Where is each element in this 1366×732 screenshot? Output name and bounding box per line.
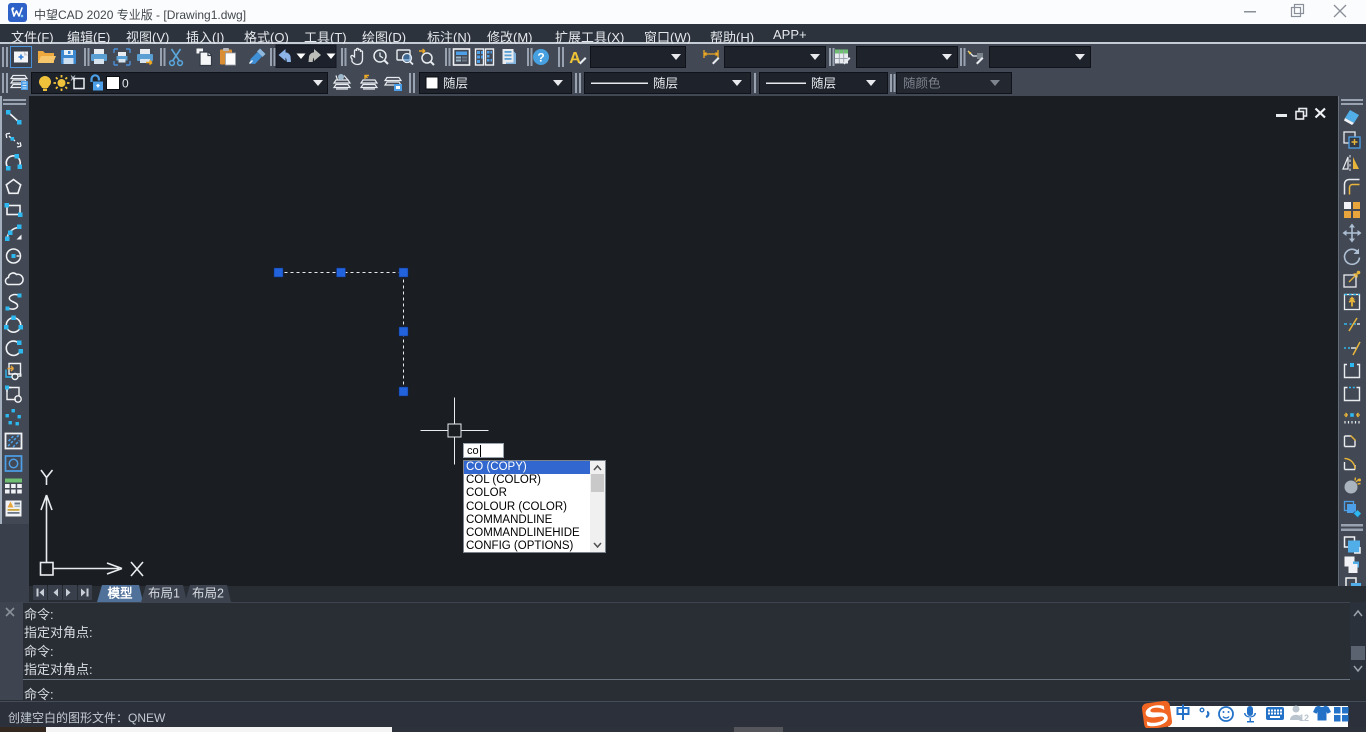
svg-text:随层: 随层 <box>443 76 468 91</box>
svg-text:布局2: 布局2 <box>192 587 224 601</box>
svg-text:随层: 随层 <box>653 76 678 91</box>
svg-text:布局1: 布局1 <box>148 587 180 601</box>
svg-text:模型: 模型 <box>107 586 133 601</box>
svg-text:A: A <box>569 50 581 67</box>
svg-text:随层: 随层 <box>811 76 836 91</box>
svg-text:随颜色: 随颜色 <box>903 76 941 91</box>
svg-text:12: 12 <box>1299 713 1309 723</box>
svg-text:?: ? <box>537 51 544 65</box>
svg-text:0: 0 <box>122 77 129 91</box>
